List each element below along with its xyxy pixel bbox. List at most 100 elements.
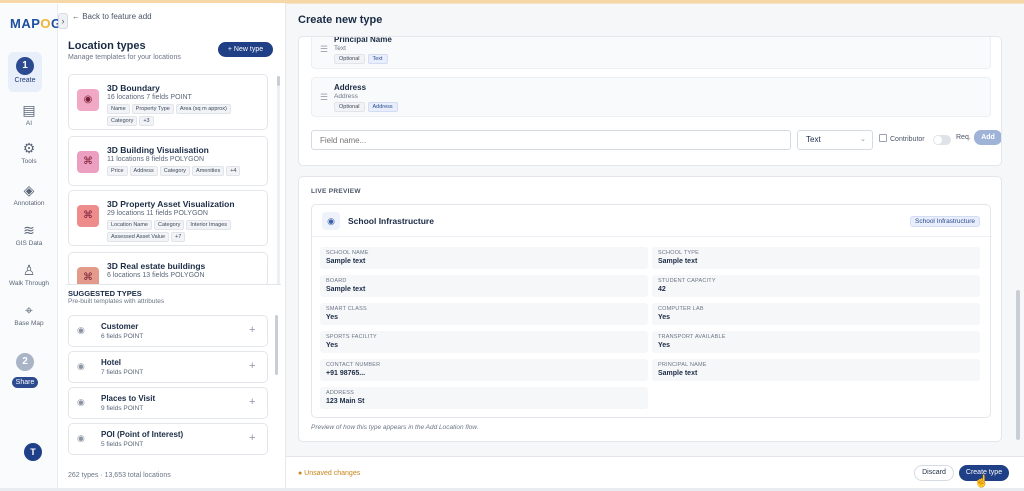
nav-label: AI (25, 120, 33, 127)
main-scrollbar[interactable] (1016, 290, 1020, 440)
avatar[interactable]: T (24, 443, 42, 461)
suggested-item-places-to-visit[interactable]: ◉ Places to Visit 9 fields POINT + (68, 387, 268, 419)
fields-panel: ☰ Principal Name Text Optional Text ☰ Add… (298, 36, 1002, 166)
type-badge: Text (367, 54, 388, 64)
library-footer: 262 types · 13,653 total locations (68, 472, 171, 479)
nav-ai[interactable]: ▤ AI (0, 102, 58, 127)
tag: Category (107, 116, 138, 126)
hand-cursor-icon: ☝ (974, 474, 989, 488)
preview-field: SCHOOL TYPE Sample text (652, 247, 980, 269)
required-toggle[interactable] (933, 135, 951, 145)
location-types-panel: ← Back to feature add Location types Man… (66, 4, 285, 488)
tag: Address (129, 166, 158, 176)
panel-title: Location types (68, 40, 146, 52)
field-name-input[interactable] (311, 130, 791, 150)
preview-field: SCHOOL NAME Sample text (320, 247, 648, 269)
field-type-select[interactable]: Text ⌄ (797, 130, 873, 150)
suggested-scrollbar[interactable] (275, 315, 278, 375)
ai-icon: ▤ (22, 102, 36, 118)
main-content: Create new type ☰ Principal Name Text Op… (286, 4, 1024, 488)
new-type-button[interactable]: + New type (218, 42, 273, 57)
tag: Price (107, 166, 128, 176)
plus-icon[interactable]: + (249, 396, 255, 408)
tag: Name (107, 104, 130, 114)
field-row[interactable]: ☰ Principal Name Text Optional Text (311, 36, 991, 69)
tag: Category (159, 166, 191, 176)
nav-base-map[interactable]: ⌖ Base Map (0, 302, 58, 327)
walking-person-icon: ♙ (22, 262, 36, 278)
list-scrollbar[interactable] (277, 76, 280, 286)
plus-icon[interactable]: + (249, 324, 255, 336)
type-card[interactable]: ◉ 3D Boundary 16 locations 7 fields POIN… (68, 74, 268, 130)
plus-icon[interactable]: + (249, 432, 255, 444)
type-card[interactable]: ⌘ 3D Property Asset Visualization 29 loc… (68, 190, 268, 246)
field-name: Principal Name (334, 36, 392, 44)
discard-button[interactable]: Discard (914, 465, 954, 481)
optional-badge: Optional (334, 54, 365, 64)
list-scrollbar-thumb[interactable] (277, 76, 280, 86)
type-meta: 16 locations 7 fields POINT (107, 94, 192, 101)
nav-tools[interactable]: ⚙ Tools (0, 140, 58, 165)
suggested-name: Customer (101, 322, 139, 331)
drag-handle-icon[interactable]: ☰ (320, 92, 328, 103)
nav-gis-data[interactable]: ≋ GIS Data (0, 222, 58, 247)
suggested-name: Hotel (101, 358, 121, 367)
back-link[interactable]: ← Back to feature add (72, 12, 152, 21)
field-name: Address (334, 83, 367, 92)
nav-annotation[interactable]: ◈ Annotation (0, 182, 58, 207)
step-label: Share (11, 377, 39, 388)
suggested-meta: 5 fields POINT (101, 441, 144, 448)
type-name: 3D Real estate buildings (107, 261, 206, 271)
drag-handle-icon[interactable]: ☰ (320, 44, 328, 55)
field-type: Text (334, 45, 346, 52)
contributor-checkbox[interactable]: Contributor (879, 134, 925, 143)
required-label: Req. (956, 134, 971, 141)
nav-walk-through[interactable]: ♙ Walk Through (0, 262, 58, 287)
app-logo[interactable]: MAPOG (10, 16, 62, 31)
suggested-name: POI (Point of Interest) (101, 430, 184, 439)
unsaved-indicator: ● Unsaved changes (298, 470, 361, 477)
type-name: 3D Property Asset Visualization (107, 199, 235, 209)
suggested-item-customer[interactable]: ◉ Customer 6 fields POINT + (68, 315, 268, 347)
add-field-button[interactable]: Add (974, 130, 1001, 145)
suggested-item-hotel[interactable]: ◉ Hotel 7 fields POINT + (68, 351, 268, 383)
preview-field: BOARD Sample text (320, 275, 648, 297)
action-footer: ● Unsaved changes Discard Create type ☝ (286, 456, 1024, 488)
tag: Location Name (107, 220, 152, 230)
map-pin-icon: ⌖ (25, 302, 33, 318)
checkbox-icon[interactable] (879, 134, 887, 142)
tag: Assessed Asset Value (107, 232, 170, 242)
type-meta: 11 locations 8 fields POLYGON (107, 156, 205, 163)
plus-icon[interactable]: + (249, 360, 255, 372)
type-tags: Name Property Type Area (sq m approx) Categ… (107, 104, 265, 128)
layers-icon: ≋ (23, 222, 35, 238)
type-badge: Address (367, 102, 398, 112)
map-pin-icon: ◉ (77, 89, 99, 111)
map-pin-icon: ◉ (77, 361, 85, 371)
suggested-types: SUGGESTED TYPES Pre-built templates with… (66, 284, 281, 464)
preview-field: COMPUTER LAB Yes (652, 303, 980, 325)
tag: +4 (226, 166, 241, 176)
step-share[interactable]: 2 Share (8, 348, 42, 388)
nav-label: Annotation (13, 200, 45, 207)
field-badges: Optional Text (334, 54, 391, 64)
suggested-subtitle: Pre-built templates with attributes (68, 298, 165, 305)
type-card[interactable]: ⌘ 3D Real estate buildings 6 locations 1… (68, 252, 268, 286)
nav-label: Walk Through (8, 280, 50, 287)
suggested-name: Places to Visit (101, 394, 156, 403)
type-card[interactable]: ⌘ 3D Building Visualisation 11 locations… (68, 136, 268, 186)
suggested-item-poi[interactable]: ◉ POI (Point of Interest) 5 fields POINT… (68, 423, 268, 455)
panel-subtitle: Manage templates for your locations (68, 54, 181, 61)
preview-field: SMART CLASS Yes (320, 303, 648, 325)
chevron-down-icon: ⌄ (860, 136, 866, 143)
field-row[interactable]: ☰ Address Address Optional Address (311, 77, 991, 117)
preview-field: TRANSPORT AVAILABLE Yes (652, 331, 980, 353)
tag: Amenities (192, 166, 225, 176)
step-create[interactable]: 1 Create (8, 52, 42, 92)
map-pin-icon: ◉ (77, 397, 85, 407)
type-meta: 6 locations 13 fields POLYGON (107, 272, 205, 279)
building-icon: ⌘ (77, 205, 99, 227)
type-tags: Location Name Category Interior Images Asse… (107, 220, 265, 244)
rail-collapse-toggle[interactable]: › (58, 13, 68, 29)
map-pin-icon: ◉ (322, 212, 340, 230)
